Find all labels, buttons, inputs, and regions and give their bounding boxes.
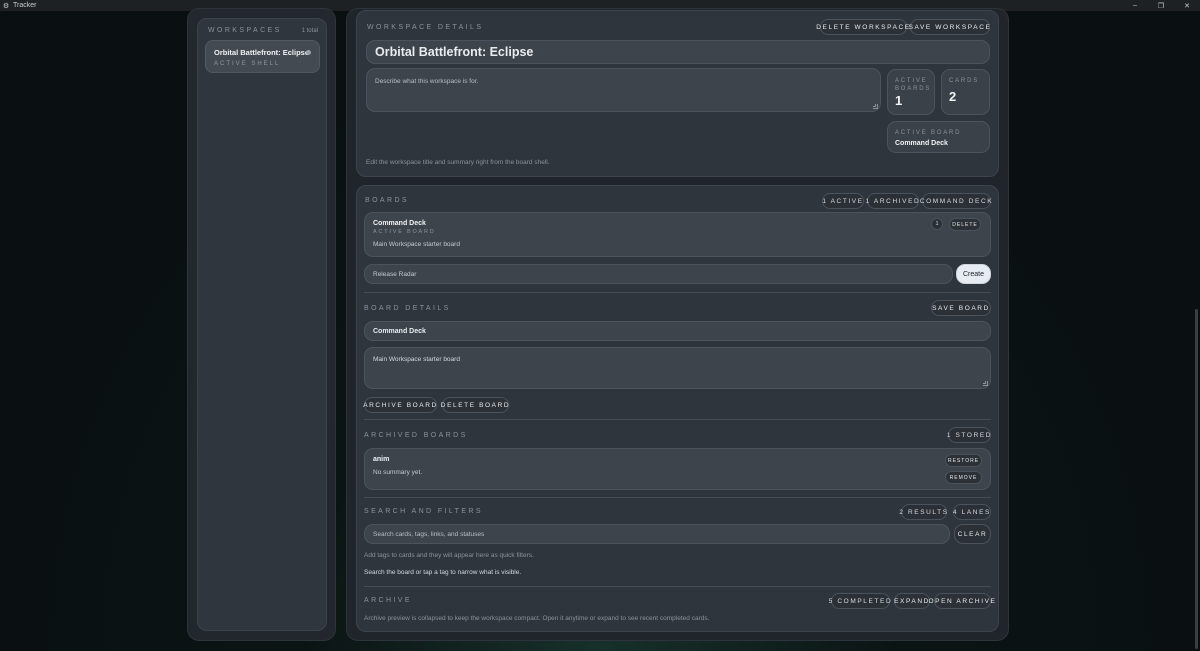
restore-board-button[interactable]: Restore xyxy=(945,454,982,467)
workspace-item-name: Orbital Battlefront: Eclipse xyxy=(214,48,310,57)
workspace-summary-placeholder: Describe what this workspace is for. xyxy=(375,78,479,85)
workspace-sidebar: Workspaces 1 total Orbital Battlefront: … xyxy=(197,18,327,631)
board-card[interactable]: Command Deck Active board Main Workspace… xyxy=(364,212,991,257)
boards-panel: Boards 1 active 1 archived Command Deck … xyxy=(356,185,999,632)
workspace-item[interactable]: Orbital Battlefront: Eclipse Active shel… xyxy=(205,40,320,73)
gear-icon: ⚙ xyxy=(2,2,10,10)
board-tag: Active board xyxy=(373,229,436,235)
workspace-title-field[interactable]: Orbital Battlefront: Eclipse xyxy=(366,40,990,64)
workspace-summary-field[interactable]: Describe what this workspace is for. xyxy=(366,68,881,112)
remove-board-button[interactable]: Remove xyxy=(945,471,982,484)
page-scrollbar[interactable] xyxy=(1195,14,1198,649)
completed-badge: 5 completed xyxy=(829,593,891,609)
new-board-value: Release Radar xyxy=(373,270,417,278)
active-count-badge: 1 active xyxy=(822,193,864,209)
active-board-label: Active board xyxy=(895,130,962,136)
tags-hint: Add tags to cards and they will appear h… xyxy=(364,552,534,559)
board-summary: Main Workspace starter board xyxy=(373,241,460,248)
section-divider xyxy=(364,586,991,587)
delete-workspace-button[interactable]: Delete workspace xyxy=(816,19,909,35)
clear-search-button[interactable]: Clear xyxy=(954,524,991,544)
scrollbar-thumb[interactable] xyxy=(1195,309,1198,649)
boards-heading: Boards xyxy=(365,197,409,204)
delete-board-card-button[interactable]: Delete xyxy=(949,218,981,231)
window-controls: – ❐ ✕ xyxy=(1122,0,1200,11)
section-divider xyxy=(364,497,991,498)
cards-label: Cards xyxy=(949,78,980,84)
close-icon[interactable]: ✕ xyxy=(1174,0,1200,11)
archive-board-button[interactable]: Archive board xyxy=(363,397,437,413)
archived-count-badge: 1 archived xyxy=(866,193,919,209)
workspace-details-heading: Workspace details xyxy=(367,24,484,31)
current-board-badge: Command Deck xyxy=(920,193,992,209)
results-badge: 2 results xyxy=(899,504,947,520)
archived-board-summary: No summary yet. xyxy=(373,469,423,476)
save-board-button[interactable]: Save board xyxy=(931,300,991,316)
open-archive-button[interactable]: Open archive xyxy=(929,593,995,609)
workspace-details-panel: Workspace details Delete workspace Save … xyxy=(356,10,999,177)
search-heading: Search and filters xyxy=(364,508,483,515)
workspace-item-status: Active shell xyxy=(214,61,281,67)
archive-note: Archive preview is collapsed to keep the… xyxy=(364,615,710,622)
archive-heading: Archive xyxy=(364,597,412,604)
board-card-count: 1 xyxy=(931,218,943,230)
workspace-title-value: Orbital Battlefront: Eclipse xyxy=(375,45,534,59)
active-boards-value: 1 xyxy=(895,93,903,108)
active-board-value: Command Deck xyxy=(895,140,948,147)
active-boards-stat: Active boards 1 xyxy=(887,69,935,115)
search-help: Search the board or tap a tag to narrow … xyxy=(364,569,522,576)
lanes-badge: 4 lanes xyxy=(953,504,991,520)
minimize-icon[interactable]: – xyxy=(1122,0,1148,11)
archived-board-item: anim No summary yet. Restore Remove xyxy=(364,448,991,490)
status-dot-icon xyxy=(306,50,311,55)
window-title: Tracker xyxy=(13,2,37,9)
workspace-hint: Edit the workspace title and summary rig… xyxy=(366,159,550,166)
sidebar-heading: Workspaces xyxy=(208,27,282,34)
section-divider xyxy=(364,292,991,293)
archived-boards-heading: Archived boards xyxy=(364,432,468,439)
search-placeholder: Search cards, tags, links, and statuses xyxy=(373,530,485,538)
resize-handle-icon[interactable] xyxy=(983,381,988,386)
delete-board-button[interactable]: Delete board xyxy=(441,397,509,413)
expand-archive-button[interactable]: Expand xyxy=(894,593,930,609)
active-board-stat: Active board Command Deck xyxy=(887,121,990,153)
search-input[interactable]: Search cards, tags, links, and statuses xyxy=(364,524,950,544)
stored-count-badge: 1 stored xyxy=(947,427,991,443)
board-name: Command Deck xyxy=(373,220,426,227)
section-divider xyxy=(364,419,991,420)
archived-board-name: anim xyxy=(373,456,390,463)
restore-icon[interactable]: ❐ xyxy=(1148,0,1174,11)
board-name-value: Command Deck xyxy=(373,327,426,335)
cards-value: 2 xyxy=(949,89,957,104)
resize-handle-icon[interactable] xyxy=(873,104,878,109)
new-board-input[interactable]: Release Radar xyxy=(364,264,953,284)
cards-stat: Cards 2 xyxy=(941,69,990,115)
create-board-button[interactable]: Create xyxy=(956,264,991,284)
board-summary-field[interactable]: Main Workspace starter board xyxy=(364,347,991,389)
board-details-heading: Board details xyxy=(364,305,451,312)
active-boards-label: Active boards xyxy=(895,78,932,92)
board-name-field[interactable]: Command Deck xyxy=(364,321,991,341)
board-summary-value: Main Workspace starter board xyxy=(373,356,460,363)
workspace-count: 1 total xyxy=(301,27,318,34)
save-workspace-button[interactable]: Save workspace xyxy=(909,19,990,35)
